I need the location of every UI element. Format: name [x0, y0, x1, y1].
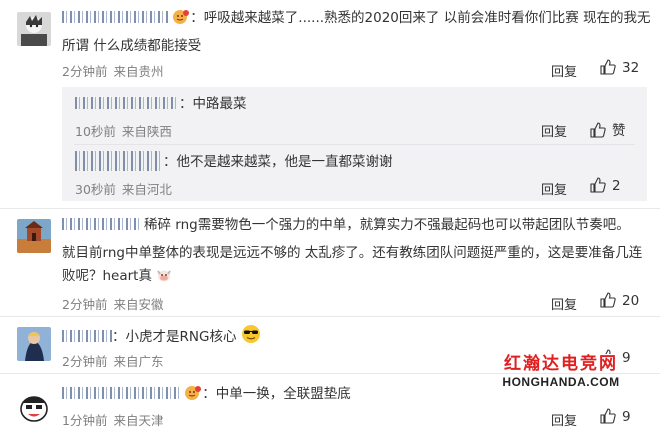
reply-button[interactable]: 回复: [541, 179, 567, 198]
comment-text-line2: 所谓 什么成绩都能接受: [62, 38, 202, 54]
thumbs-up-icon: [590, 177, 606, 193]
thumbs-up-icon: [600, 408, 616, 424]
reply-username-blurred[interactable]: [75, 97, 179, 109]
comment-meta: 1分钟前 来自天津: [62, 413, 164, 428]
comment-meta: 2分钟前 来自安徽: [62, 297, 164, 312]
username-blurred[interactable]: [62, 330, 112, 342]
avatar[interactable]: [17, 219, 51, 253]
reply-button[interactable]: 回复: [551, 61, 577, 80]
thumbs-up-icon: [600, 292, 616, 308]
like-button[interactable]: 赞: [590, 119, 626, 139]
like-button[interactable]: 2: [590, 177, 621, 194]
like-button[interactable]: 32: [600, 59, 639, 76]
reply-text: ：中路最菜: [75, 93, 247, 116]
sunglasses-emoji-icon: [241, 324, 261, 352]
reply-button[interactable]: 回复: [551, 410, 577, 429]
watermark-cn: 红瀚达电竞网: [504, 354, 618, 374]
avatar[interactable]: [17, 12, 51, 46]
thumbs-up-icon: [600, 59, 616, 75]
comment-meta: 2分钟前 来自贵州: [62, 61, 163, 80]
comment-text-line2: 就目前rng中单整体的表现是远远不够的 太乱疹了。还有教练团队问题挺严重的，这是…: [62, 245, 643, 261]
thumbs-up-icon: [590, 122, 606, 138]
reply-username-blurred[interactable]: [75, 151, 163, 171]
fan-badge-icon: [172, 9, 190, 33]
reply-meta: 10秒前 来自陕西: [75, 124, 172, 139]
avatar[interactable]: [17, 327, 51, 361]
comment-text-line3: 败呢？heart真: [62, 265, 172, 291]
comment-text: 稀碎 rng需要物色一个强力的中单，就算实力不强最起码也可以带起团队节奏吧。: [62, 214, 630, 237]
fan-badge-icon: [184, 385, 202, 409]
location: 来自贵州: [113, 64, 164, 79]
username-blurred[interactable]: [62, 387, 180, 399]
timestamp: 2分钟前: [62, 64, 108, 79]
reply-button[interactable]: 回复: [551, 294, 577, 313]
site-watermark: 红瀚达电竞网 HONGHANDA.COM: [476, 349, 646, 389]
reply-text: ：他不是越来越菜，他是一直都菜谢谢: [75, 151, 393, 174]
comment-meta: 2分钟前 来自广东: [62, 354, 164, 369]
reply-meta: 30秒前 来自河北: [75, 182, 172, 197]
avatar[interactable]: [17, 389, 51, 423]
cow-face-emoji-icon: [156, 267, 172, 291]
watermark-en: HONGHANDA.COM: [502, 375, 620, 389]
like-button[interactable]: 9: [600, 408, 631, 425]
comment-text: ：中单一换，全联盟垫底: [62, 383, 351, 409]
username-blurred[interactable]: [62, 11, 168, 23]
username-blurred[interactable]: [62, 218, 140, 230]
reply-button[interactable]: 回复: [541, 121, 567, 140]
comment-text: ：小虎才是RNG核心: [62, 324, 261, 352]
comment-text: ：呼吸越来越菜了......熟悉的2020回来了 以前会准时看你们比赛 现在的我…: [62, 7, 650, 33]
like-button[interactable]: 20: [600, 292, 639, 309]
